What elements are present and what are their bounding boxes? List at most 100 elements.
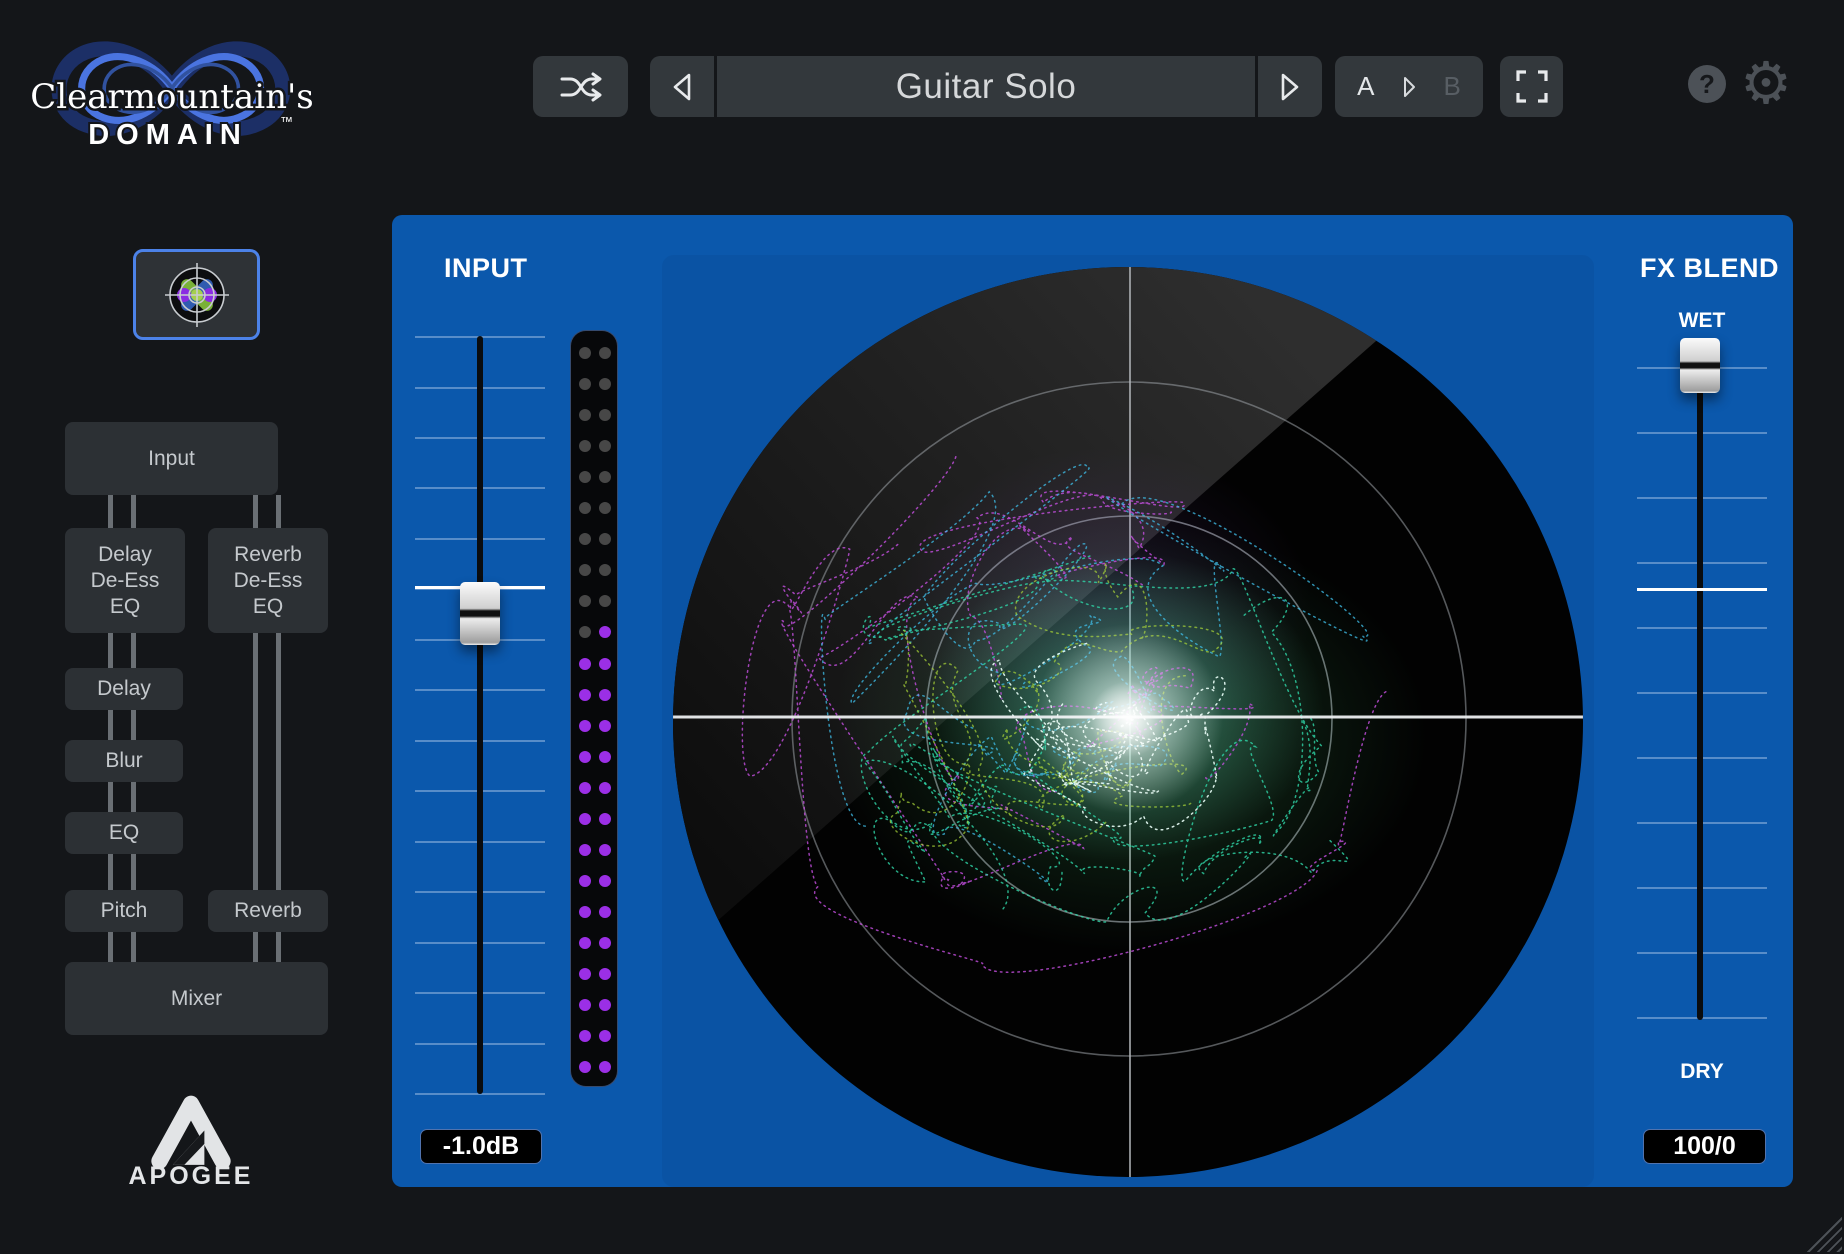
sidebar-item-mixer[interactable]: Mixer	[65, 962, 328, 1035]
meter-led	[579, 378, 591, 390]
meter-led	[579, 658, 591, 670]
preset-navigator: Guitar Solo	[650, 56, 1322, 117]
meter-led	[599, 347, 611, 359]
next-preset-button[interactable]	[1258, 56, 1322, 117]
meter-led	[579, 1030, 591, 1042]
input-gain-readout[interactable]: -1.0dB	[420, 1129, 542, 1164]
meter-led	[599, 906, 611, 918]
fx-blend-readout[interactable]: 100/0	[1643, 1129, 1766, 1164]
sidebar-item-delay-deess-eq[interactable]: Delay De-Ess EQ	[65, 528, 185, 633]
meter-led	[599, 626, 611, 638]
meter-led	[579, 564, 591, 576]
sidebar-item-pitch[interactable]: Pitch	[65, 890, 183, 932]
block-label: Delay	[98, 542, 152, 568]
fx-fader-track[interactable]	[1697, 365, 1703, 1020]
help-button[interactable]: ?	[1688, 65, 1726, 103]
scope-view-thumbnail-button[interactable]	[133, 249, 260, 340]
meter-led	[579, 626, 591, 638]
infinity-swirl-logo: Clearmountain's DOMAIN ™	[22, 6, 322, 164]
question-mark-icon: ?	[1699, 69, 1715, 100]
meter-led	[599, 409, 611, 421]
input-fader-handle[interactable]	[460, 582, 500, 645]
preset-name-field[interactable]: Guitar Solo	[717, 56, 1255, 117]
apogee-logo	[148, 1094, 234, 1168]
meter-led	[579, 937, 591, 949]
input-fader-track[interactable]	[477, 336, 483, 1094]
ab-state-b[interactable]: B	[1444, 71, 1461, 102]
block-label: EQ	[253, 594, 283, 620]
meter-led	[599, 782, 611, 794]
meter-led	[599, 440, 611, 452]
meter-led	[579, 751, 591, 763]
block-label: Blur	[105, 748, 142, 774]
stereo-scope-display	[673, 267, 1583, 1177]
block-label: Delay	[97, 676, 151, 702]
meter-led	[599, 502, 611, 514]
sidebar-item-delay[interactable]: Delay	[65, 668, 183, 710]
sidebar-item-input[interactable]: Input	[65, 422, 278, 495]
gear-icon: ⚙	[1740, 49, 1792, 117]
meter-led	[579, 689, 591, 701]
previous-preset-button[interactable]	[650, 56, 714, 117]
meter-led	[579, 720, 591, 732]
fullscreen-button[interactable]	[1500, 56, 1563, 117]
meter-led	[579, 502, 591, 514]
previous-arrow-icon	[671, 72, 693, 102]
logo-line2: DOMAIN	[88, 119, 248, 151]
sidebar-item-reverb-deess-eq[interactable]: Reverb De-Ess EQ	[208, 528, 328, 633]
meter-led	[599, 751, 611, 763]
apogee-wordmark: APOGEE	[118, 1162, 264, 1191]
window-resize-grip[interactable]	[1806, 1216, 1842, 1252]
meter-led	[579, 533, 591, 545]
sidebar-item-blur[interactable]: Blur	[65, 740, 183, 782]
input-level-meter	[570, 330, 618, 1087]
meter-led	[579, 813, 591, 825]
meter-led	[599, 1030, 611, 1042]
fx-fader-handle[interactable]	[1680, 338, 1720, 393]
block-label: Input	[148, 446, 195, 472]
fx-blend-title: FX BLEND	[1640, 253, 1779, 284]
next-arrow-icon	[1279, 72, 1301, 102]
shuffle-preset-button[interactable]	[533, 56, 628, 117]
meter-led	[599, 844, 611, 856]
fullscreen-icon	[1515, 70, 1549, 104]
meter-led	[579, 782, 591, 794]
meter-led	[579, 999, 591, 1011]
meter-led	[599, 999, 611, 1011]
ab-compare-control[interactable]: A B	[1335, 56, 1483, 117]
meter-led	[599, 720, 611, 732]
meter-led	[599, 875, 611, 887]
block-label: Mixer	[171, 986, 222, 1012]
sidebar-item-eq[interactable]: EQ	[65, 812, 183, 854]
meter-led	[599, 813, 611, 825]
meter-led	[579, 968, 591, 980]
ab-state-a[interactable]: A	[1357, 71, 1374, 102]
fx-blend-value: 100/0	[1673, 1132, 1736, 1161]
block-label: De-Ess	[91, 568, 160, 594]
meter-led	[599, 471, 611, 483]
clearmountains-domain-logo: Clearmountain's DOMAIN ™	[22, 6, 322, 164]
logo-line1: Clearmountain's	[30, 77, 314, 117]
meter-led	[579, 844, 591, 856]
meter-led	[579, 471, 591, 483]
meter-led	[599, 689, 611, 701]
meter-led	[579, 906, 591, 918]
meter-led	[599, 968, 611, 980]
apogee-a-icon	[148, 1094, 234, 1168]
wet-label: WET	[1637, 309, 1767, 333]
main-panel: INPUT -1.0dB	[392, 215, 1793, 1187]
meter-led	[579, 1061, 591, 1073]
meter-led	[599, 1061, 611, 1073]
block-label: Pitch	[101, 898, 148, 924]
meter-led	[579, 347, 591, 359]
dry-label: DRY	[1637, 1060, 1767, 1084]
sidebar-item-reverb[interactable]: Reverb	[208, 890, 328, 932]
meter-led	[599, 378, 611, 390]
meter-led	[579, 440, 591, 452]
meter-led	[599, 937, 611, 949]
meter-led	[599, 658, 611, 670]
block-label: EQ	[110, 594, 140, 620]
input-section-title: INPUT	[444, 253, 528, 284]
meter-led	[579, 409, 591, 421]
settings-button[interactable]: ⚙	[1736, 50, 1796, 118]
